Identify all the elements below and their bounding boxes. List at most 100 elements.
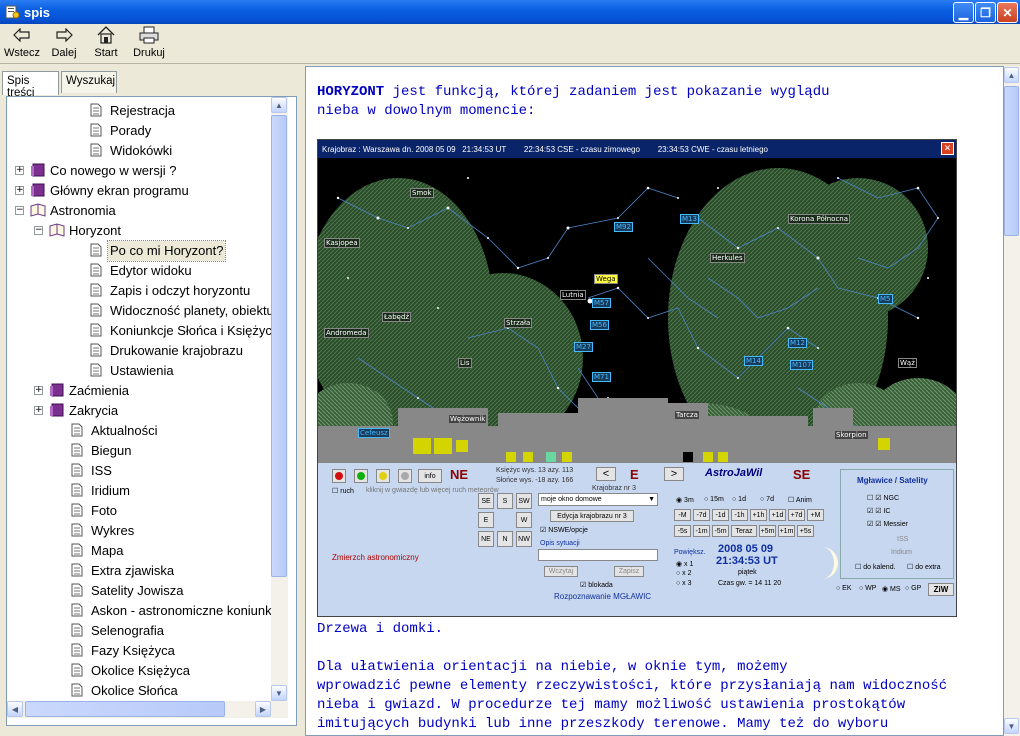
tree-item[interactable]: Wykres xyxy=(7,521,271,541)
sky-object-label[interactable]: M56 xyxy=(590,320,609,330)
ruch-checkbox-label[interactable]: ☐ ruch xyxy=(332,487,354,495)
time-step-option[interactable]: ○ 1d xyxy=(732,496,746,503)
window-select[interactable]: moje okno domowe ▼ xyxy=(538,493,658,506)
ziw-button[interactable]: ZiW xyxy=(928,583,954,596)
content-scroll-down-icon[interactable]: ▼ xyxy=(1004,718,1019,734)
time-step-button[interactable]: +7d xyxy=(788,509,805,521)
sky-object-label[interactable]: Wężownik xyxy=(448,414,488,424)
collapse-icon[interactable]: − xyxy=(34,226,43,235)
tree-item[interactable]: Extra zjawiska xyxy=(7,561,271,581)
read-button[interactable]: Wczytaj xyxy=(544,566,578,577)
sky-object-label[interactable]: Korona Północna xyxy=(788,214,851,224)
content-scroll-up-icon[interactable]: ▲ xyxy=(1004,67,1019,83)
compass-button[interactable]: N xyxy=(497,531,513,547)
compass-button[interactable]: NW xyxy=(516,531,532,547)
time-step-button[interactable]: -7d xyxy=(693,509,710,521)
time-step-button[interactable]: -1d xyxy=(712,509,729,521)
calendar-checkbox[interactable]: ☐ do kalend. xyxy=(855,563,896,571)
sky-object-label[interactable]: M107 xyxy=(790,360,814,370)
tree-item[interactable]: Zapis i odczyt horyzontu xyxy=(7,281,271,301)
time-step-option[interactable]: ○ 15m xyxy=(704,496,724,503)
sky-object-label[interactable]: Kasjopea xyxy=(324,238,360,248)
expand-icon[interactable]: + xyxy=(15,186,24,195)
compass-button[interactable]: E xyxy=(478,512,494,528)
sky-object-label[interactable]: M27 xyxy=(574,342,593,352)
time-step-button[interactable]: -5s xyxy=(674,525,691,537)
info-button[interactable]: info xyxy=(418,469,442,483)
compass-button[interactable]: W xyxy=(516,512,532,528)
tree-item[interactable]: Selenografia xyxy=(7,621,271,641)
time-step-option[interactable]: ☐ Anim xyxy=(788,496,812,504)
sky-object-label[interactable]: Skorpion xyxy=(834,430,869,440)
scroll-right-icon[interactable]: ▶ xyxy=(255,701,271,717)
tree-item[interactable]: Rejestracja xyxy=(7,101,271,121)
expand-icon[interactable]: + xyxy=(34,406,43,415)
sky-object-label[interactable]: Cefeusz xyxy=(358,428,390,438)
tree-item[interactable]: Widokówki xyxy=(7,141,271,161)
compass-button[interactable]: S xyxy=(497,493,513,509)
time-step-option[interactable]: ◉ 3m xyxy=(676,496,694,504)
tree-item[interactable]: + Zakrycia xyxy=(7,401,271,421)
catalog-radio[interactable]: ○ GP xyxy=(905,585,921,592)
next-direction-button[interactable]: > xyxy=(664,467,684,481)
sky-object-label[interactable]: M13 xyxy=(680,214,699,224)
yellow-light-button[interactable] xyxy=(376,469,390,483)
time-step-button[interactable]: +5s xyxy=(797,525,814,537)
sky-object-label[interactable]: Tarcza xyxy=(674,410,700,420)
sky-object-label[interactable]: Łabędź xyxy=(382,312,412,322)
green-light-button[interactable] xyxy=(354,469,368,483)
ic-checkbox[interactable]: ☑ ☑ IC xyxy=(867,507,890,515)
tree-item[interactable]: Biegun xyxy=(7,441,271,461)
zoom-option[interactable]: ○ x 2 xyxy=(676,570,692,577)
sky-object-label[interactable]: M57 xyxy=(592,298,611,308)
tree-item[interactable]: Iridium xyxy=(7,481,271,501)
time-step-button[interactable]: -5m xyxy=(712,525,729,537)
messier-checkbox[interactable]: ☑ ☑ Messier xyxy=(867,520,908,528)
tree-item[interactable]: Okolice Księżyca xyxy=(7,661,271,681)
sky-object-label[interactable]: Herkules xyxy=(710,253,745,263)
description-input[interactable] xyxy=(538,549,658,561)
tree-scroll-thumb[interactable] xyxy=(271,115,287,577)
sky-object-label[interactable]: M92 xyxy=(614,222,633,232)
compass-button[interactable]: NE xyxy=(478,531,494,547)
tree-item[interactable]: − Astronomia xyxy=(7,201,271,221)
time-step-button[interactable]: +M xyxy=(807,509,824,521)
close-button[interactable]: ✕ xyxy=(997,2,1018,23)
sky-object-label[interactable]: Andromeda xyxy=(324,328,369,338)
tree-item[interactable]: + Co nowego w wersji ? xyxy=(7,161,271,181)
compass-button[interactable]: SE xyxy=(478,493,494,509)
tree-horizontal-scrollbar[interactable]: ◀ ▶ xyxy=(7,701,288,718)
tree-item[interactable]: Koniunkcje Słońca i Księżyca xyxy=(7,321,271,341)
extra-checkbox[interactable]: ☐ do extra xyxy=(907,563,941,571)
tree-hscroll-thumb[interactable] xyxy=(25,701,225,717)
tree-item[interactable]: + Zaćmienia xyxy=(7,381,271,401)
scroll-down-icon[interactable]: ▼ xyxy=(271,685,287,701)
minimize-button[interactable]: ▁ xyxy=(953,2,974,23)
time-step-button[interactable]: Teraz xyxy=(731,525,757,537)
expand-icon[interactable]: + xyxy=(34,386,43,395)
sky-object-label[interactable]: M71 xyxy=(592,372,611,382)
tree-item[interactable]: − Horyzont xyxy=(7,221,271,241)
time-step-button[interactable]: -1m xyxy=(693,525,710,537)
tab-contents[interactable]: Spis treści xyxy=(2,71,59,99)
sky-object-label[interactable]: M5 xyxy=(878,294,893,304)
sky-object-label[interactable]: M14 xyxy=(744,356,763,366)
tree-item[interactable]: Porady xyxy=(7,121,271,141)
back-button[interactable]: Wstecz xyxy=(0,25,44,63)
edit-landscape-button[interactable]: Edycja krajobrazu nr 3 xyxy=(550,510,634,522)
time-step-button[interactable]: +5m xyxy=(759,525,776,537)
sky-object-label[interactable]: Lutnia xyxy=(560,290,586,300)
content-scroll-thumb[interactable] xyxy=(1004,86,1019,236)
grey-light-button[interactable] xyxy=(398,469,412,483)
save-button[interactable]: Zapisz xyxy=(614,566,644,577)
sky-object-label[interactable]: Strzała xyxy=(504,318,533,328)
sky-object-label[interactable]: Wąż xyxy=(898,358,917,368)
zoom-option[interactable]: ◉ x 1 xyxy=(676,560,693,568)
tree-item[interactable]: Okolice Słońca xyxy=(7,681,271,701)
home-button[interactable]: Start xyxy=(84,25,128,63)
tree-item[interactable]: Fazy Księżyca xyxy=(7,641,271,661)
expand-icon[interactable]: + xyxy=(15,166,24,175)
tree-item[interactable]: Askon - astronomiczne koniunkcje xyxy=(7,601,271,621)
time-step-button[interactable]: -M xyxy=(674,509,691,521)
red-light-button[interactable] xyxy=(332,469,346,483)
